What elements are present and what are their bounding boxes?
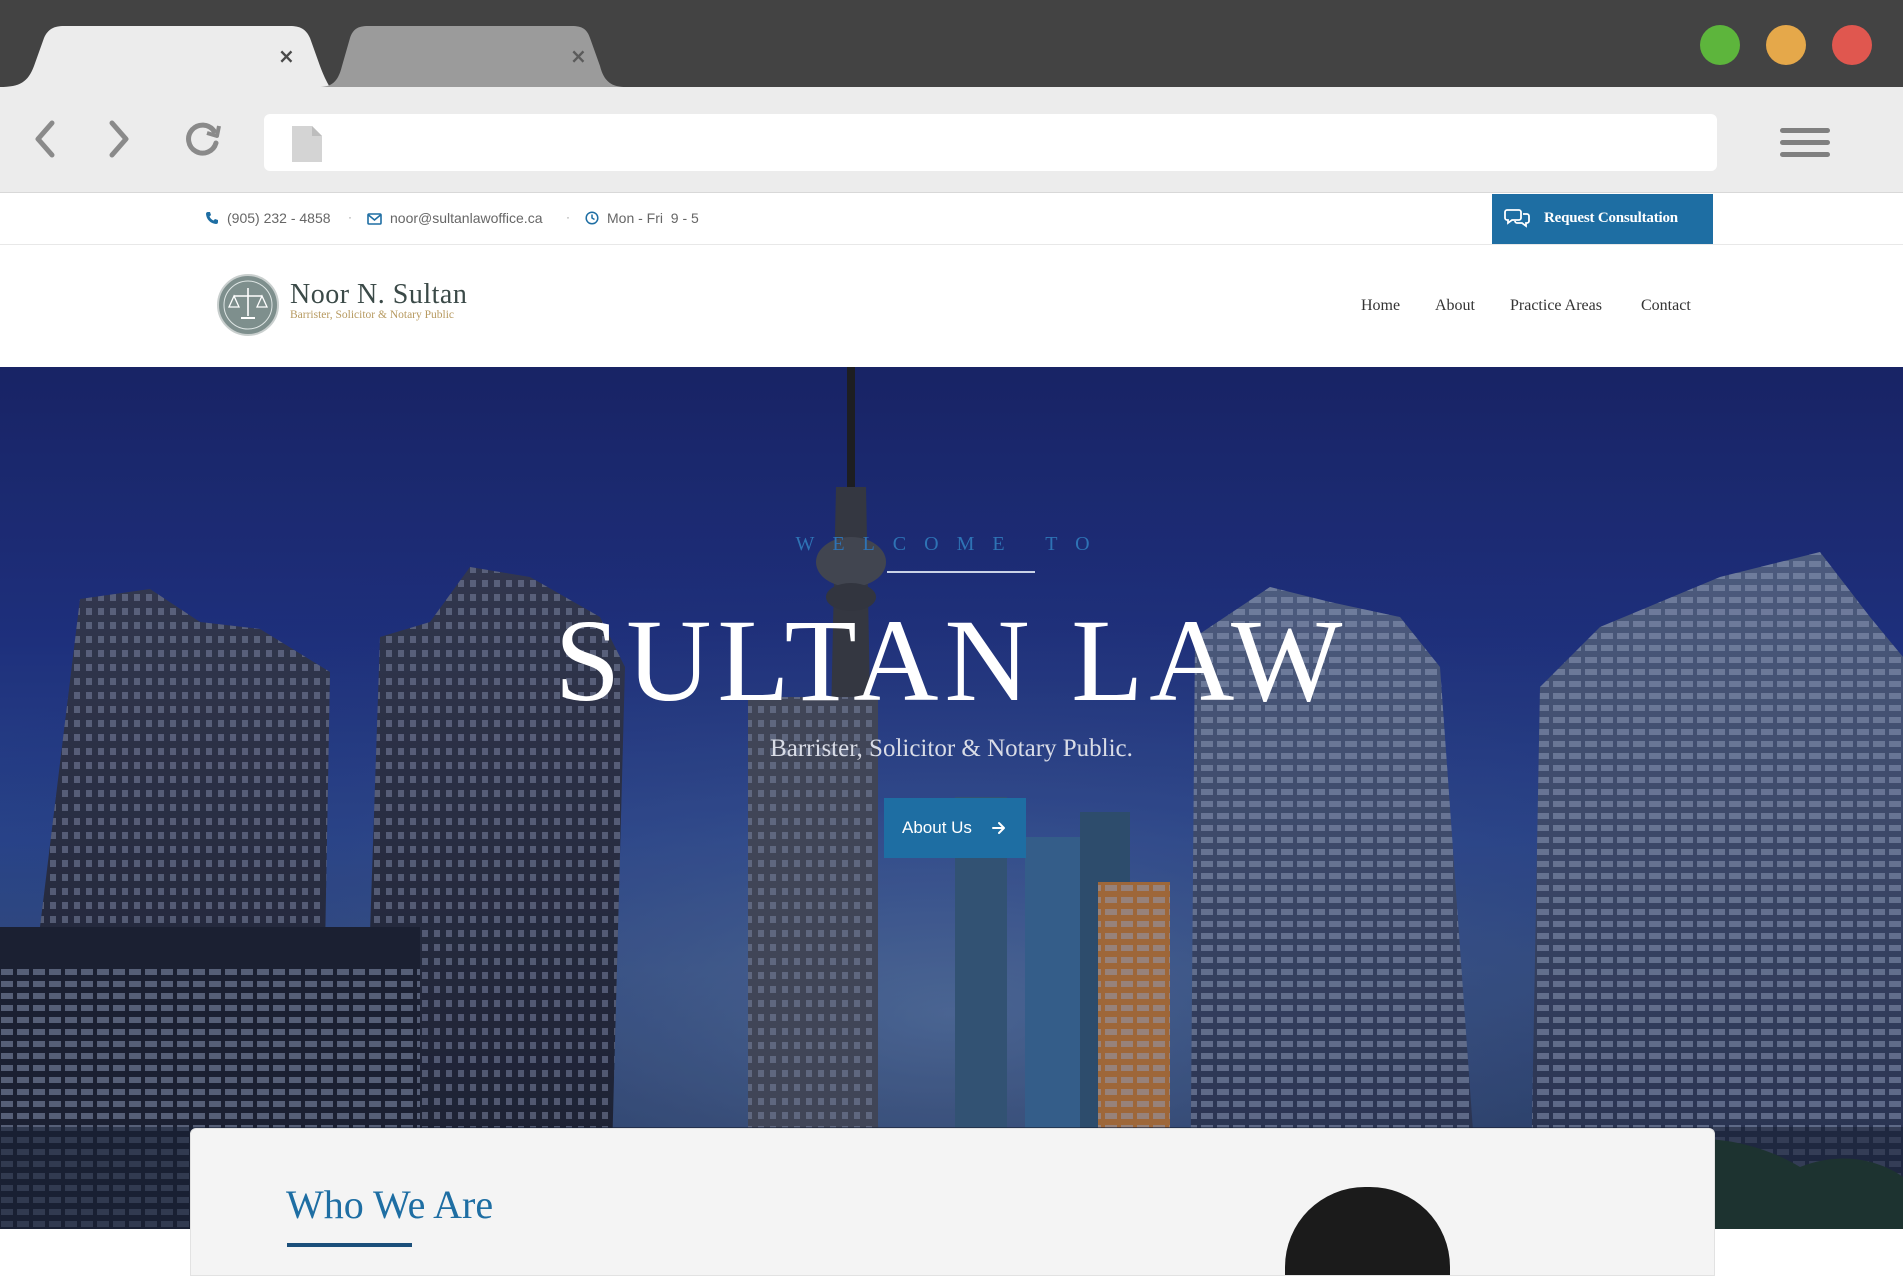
chat-bubbles-icon xyxy=(1504,209,1530,228)
close-tab-icon[interactable]: × xyxy=(570,46,587,66)
hero-subtitle: Barrister, Solicitor & Notary Public. xyxy=(770,735,1133,762)
browser-tab-inactive[interactable]: × xyxy=(318,26,626,87)
arrow-right-icon xyxy=(992,822,1005,834)
logo-name[interactable]: Noor N. Sultan xyxy=(290,279,467,311)
forward-arrow-icon xyxy=(109,120,129,158)
nav-about-link[interactable]: About xyxy=(1435,297,1475,315)
window-close-button[interactable] xyxy=(1832,25,1872,65)
browser-tab-bar: × × xyxy=(0,0,1903,87)
forward-button[interactable] xyxy=(98,117,142,161)
about-us-label: About Us xyxy=(902,818,972,837)
page-document-icon xyxy=(292,126,322,162)
nav-home-link[interactable]: Home xyxy=(1361,297,1400,315)
window-minimize-button[interactable] xyxy=(1766,25,1806,65)
separator: · xyxy=(348,210,352,224)
hours-text: Mon - Fri 9 - 5 xyxy=(607,210,699,226)
who-we-are-title: Who We Are xyxy=(286,1182,494,1227)
close-tab-icon[interactable]: × xyxy=(278,46,295,66)
phone-text: (905) 232 - 4858 xyxy=(227,210,331,226)
window-maximize-button[interactable] xyxy=(1700,25,1740,65)
hero-title: SULTAN LAW xyxy=(554,595,1349,726)
browser-toolbar xyxy=(0,87,1903,193)
phone-icon xyxy=(206,212,218,224)
request-consultation-label: Request Consultation xyxy=(1544,210,1678,226)
profile-photo-placeholder xyxy=(1285,1187,1450,1275)
separator: · xyxy=(566,210,570,224)
nav-practice-areas-link[interactable]: Practice Areas xyxy=(1510,297,1602,315)
reload-icon xyxy=(186,122,221,156)
section-title-underline xyxy=(287,1243,412,1247)
hero-kicker: WELCOME TO xyxy=(795,533,1108,555)
scales-of-justice-logo-icon[interactable] xyxy=(217,274,279,336)
nav-contact-link[interactable]: Contact xyxy=(1641,297,1691,315)
back-button[interactable] xyxy=(26,117,70,161)
email-text: noor@sultanlawoffice.ca xyxy=(390,210,543,226)
browser-tab-active[interactable]: × xyxy=(0,26,330,87)
hero-kicker-divider xyxy=(887,571,1035,573)
reload-button[interactable] xyxy=(180,117,224,161)
who-we-are-card: Who We Are xyxy=(190,1128,1715,1276)
email-contact[interactable]: noor@sultanlawoffice.ca xyxy=(367,210,542,226)
envelope-icon xyxy=(367,213,382,225)
request-consultation-button[interactable]: Request Consultation xyxy=(1492,194,1713,244)
hero-section: WELCOME TO SULTAN LAW Barrister, Solicit… xyxy=(0,367,1903,1229)
about-us-button[interactable]: About Us xyxy=(884,798,1026,858)
hours-info: Mon - Fri 9 - 5 xyxy=(585,210,699,226)
back-arrow-icon xyxy=(35,120,55,158)
browser-menu-icon[interactable] xyxy=(1780,128,1830,160)
address-bar[interactable] xyxy=(264,114,1717,171)
clock-icon xyxy=(585,211,599,225)
logo-tagline: Barrister, Solicitor & Notary Public xyxy=(290,309,455,321)
phone-contact[interactable]: (905) 232 - 4858 xyxy=(205,210,331,226)
site-header: Noor N. Sultan Barrister, Solicitor & No… xyxy=(0,245,1903,367)
